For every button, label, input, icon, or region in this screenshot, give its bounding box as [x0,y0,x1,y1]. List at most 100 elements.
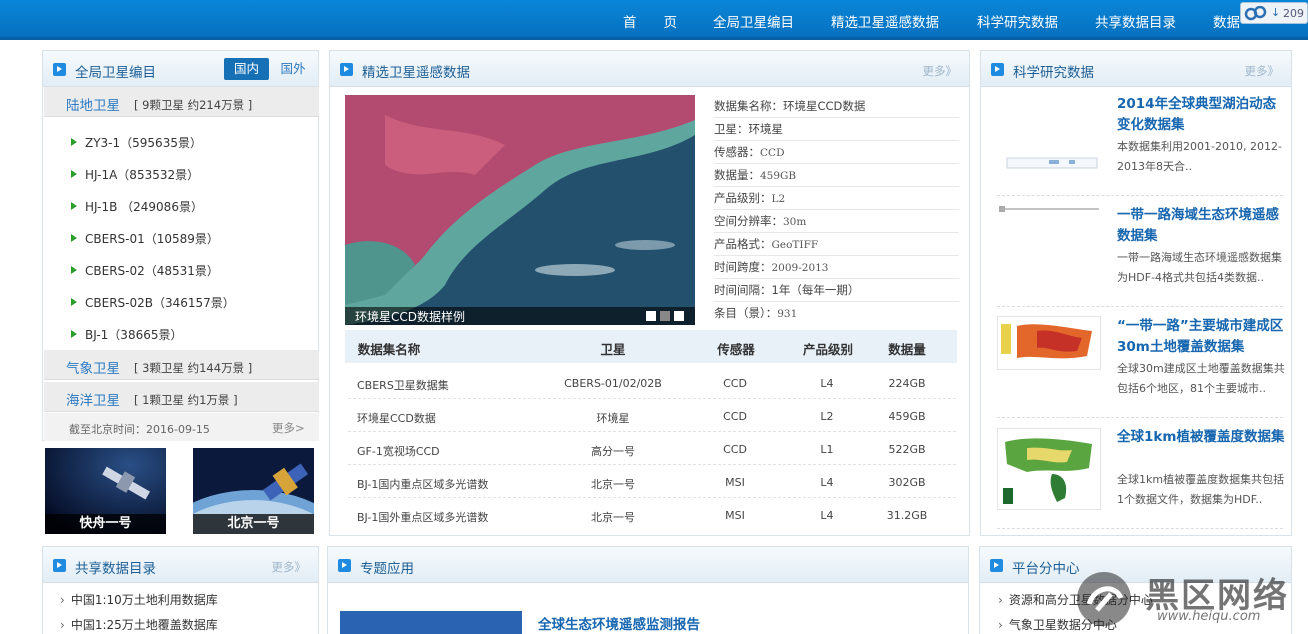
shared-catalog-header: 共享数据目录 更多》 [43,547,318,583]
play-icon [338,559,351,572]
category-land-name: 陆地卫星 [66,98,120,114]
nav-home[interactable]: 首 页 [623,11,677,31]
info-label: 卫星： [714,122,749,136]
arrow-right-icon [71,234,77,242]
science-item-title[interactable]: 2014年全球典型湖泊动态变化数据集 [1117,94,1287,136]
tab-foreign[interactable]: 国外 [275,58,311,80]
info-label: 数据量： [714,168,760,182]
nav-data[interactable]: 数据 [1213,11,1240,31]
satellite-item[interactable]: ZY3-1（595635景） [85,134,202,151]
satellite-item[interactable]: CBERS-01（10589景） [85,230,219,247]
featured-data-header: 精选卫星遥感数据 更多》 [330,51,969,87]
remote-sensing-image [345,95,695,325]
science-item-title[interactable]: 一带一路海域生态环境遥感数据集 [1117,205,1287,247]
nav-featured-data[interactable]: 精选卫星遥感数据 [831,11,939,31]
thumb-kuaizhou[interactable]: 快舟一号 [45,448,166,534]
divider [348,497,956,498]
table-cell: CBERS-01/02/02B [564,377,662,390]
nav-shared-catalog[interactable]: 共享数据目录 [1095,11,1176,31]
category-weather[interactable]: 气象卫星 [ 3颗卫星 约144万景 ] [44,350,319,380]
info-label: 时间间隔： [714,283,772,297]
table-cell[interactable]: GF-1宽视场CCD [357,443,440,459]
vegetation-map-thumbnail[interactable] [997,428,1101,510]
play-icon [991,63,1004,76]
info-row: 数据量：459GB [714,167,796,183]
info-row: 传感器：CCD [714,144,785,160]
satellite-item[interactable]: HJ-1B （249086景） [85,198,203,215]
info-label: 产品级别： [714,191,772,205]
info-value: 2009-2013 [771,262,829,274]
catalog-more-link[interactable]: 更多> [272,420,305,436]
info-row: 时间间隔：1年（每年一期） [714,282,859,298]
image-caption: 环境星CCD数据样例 [355,310,465,324]
shared-item[interactable]: 中国1:25万土地覆盖数据库 [60,616,218,633]
category-weather-desc: [ 3颗卫星 约144万景 ] [134,361,253,375]
shared-item[interactable]: 中国1:10万土地利用数据库 [60,591,218,608]
category-ocean[interactable]: 海洋卫星 [ 1颗卫星 约1万景 ] [44,382,319,412]
satellite-item[interactable]: BJ-1（38665景） [85,326,182,343]
share-counter[interactable]: ↓ 209 [1240,2,1308,24]
divider [348,398,956,399]
info-row: 卫星：环境星 [714,121,783,137]
info-row: 产品格式：GeoTIFF [714,236,818,252]
divider [714,278,959,279]
shared-catalog-title: 共享数据目录 [75,561,156,577]
nav-global-catalog[interactable]: 全局卫星编目 [713,11,794,31]
column-header: 产品级别 [802,342,853,357]
slide-dot[interactable] [646,311,656,321]
slide-dot[interactable] [674,311,684,321]
info-row: 空间分辨率：30m [714,213,806,229]
table-cell: 31.2GB [886,509,928,522]
info-value: L2 [771,193,786,205]
satellite-item[interactable]: CBERS-02（48531景） [85,262,219,279]
table-cell[interactable]: BJ-1国外重点区域多光谱数 [357,509,488,525]
table-cell: L4 [820,509,834,522]
divider [714,301,959,302]
science-item-desc: 全球1km植被覆盖度数据集共包括1个数据文件，数据集为HDF.. [1117,473,1285,506]
report-cover-image[interactable] [340,611,522,634]
counter-value: 209 [1283,7,1304,20]
tab-domestic[interactable]: 国内 [224,58,269,80]
info-label: 条目（景）： [714,306,778,320]
info-row: 数据集名称：环境星CCD数据 [714,98,865,114]
info-value: 1年（每年一期） [771,283,860,297]
table-cell: L4 [820,377,834,390]
science-item-title[interactable]: 全球1km植被覆盖度数据集 [1117,427,1287,448]
slide-dot[interactable] [660,311,670,321]
landcover-map-thumbnail[interactable] [997,316,1101,370]
sea-map-thumbnail[interactable] [997,203,1101,215]
shared-more-link[interactable]: 更多》 [272,559,307,575]
divider [714,209,959,210]
thumb-caption: 北京一号 [193,514,314,534]
science-item-title[interactable]: “一带一路”主要城市建成区30m土地覆盖数据集 [1117,316,1287,358]
table-cell[interactable]: BJ-1国内重点区域多光谱数 [357,476,488,492]
science-more-link[interactable]: 更多》 [1245,63,1280,79]
info-label: 空间分辨率： [714,214,783,228]
divider [348,464,956,465]
featured-more-link[interactable]: 更多》 [923,63,958,79]
report-title[interactable]: 全球生态环境遥感监测报告 [538,613,700,633]
watermark: 黑区网络 www.heiqu.com [1075,566,1301,632]
arrow-right-icon [71,202,77,210]
cloud-share-icon [1244,6,1267,21]
table-cell: MSI [725,509,745,522]
lake-chart-thumbnail[interactable] [997,150,1101,180]
divider [997,417,1283,418]
arrow-right-icon [71,298,77,306]
table-cell[interactable]: 环境星CCD数据 [357,410,436,426]
divider [714,186,959,187]
divider [714,140,959,141]
category-land[interactable]: 陆地卫星 [ 9颗卫星 约214万景 ] [44,87,319,117]
info-label: 传感器： [714,145,760,159]
science-data-header: 科学研究数据 更多》 [981,51,1291,87]
play-icon [53,63,66,76]
table-cell: 北京一号 [591,511,635,524]
satellite-item[interactable]: HJ-1A（853532景） [85,166,199,183]
satellite-item[interactable]: CBERS-02B（346157景） [85,294,235,311]
divider [997,195,1283,196]
arrow-down-icon: ↓ [1271,6,1281,19]
table-cell[interactable]: CBERS卫星数据集 [357,377,449,393]
thumb-beijing[interactable]: 北京一号 [193,448,314,534]
nav-science-data[interactable]: 科学研究数据 [977,11,1058,31]
featured-sample-image[interactable]: 环境星CCD数据样例 [345,95,695,325]
